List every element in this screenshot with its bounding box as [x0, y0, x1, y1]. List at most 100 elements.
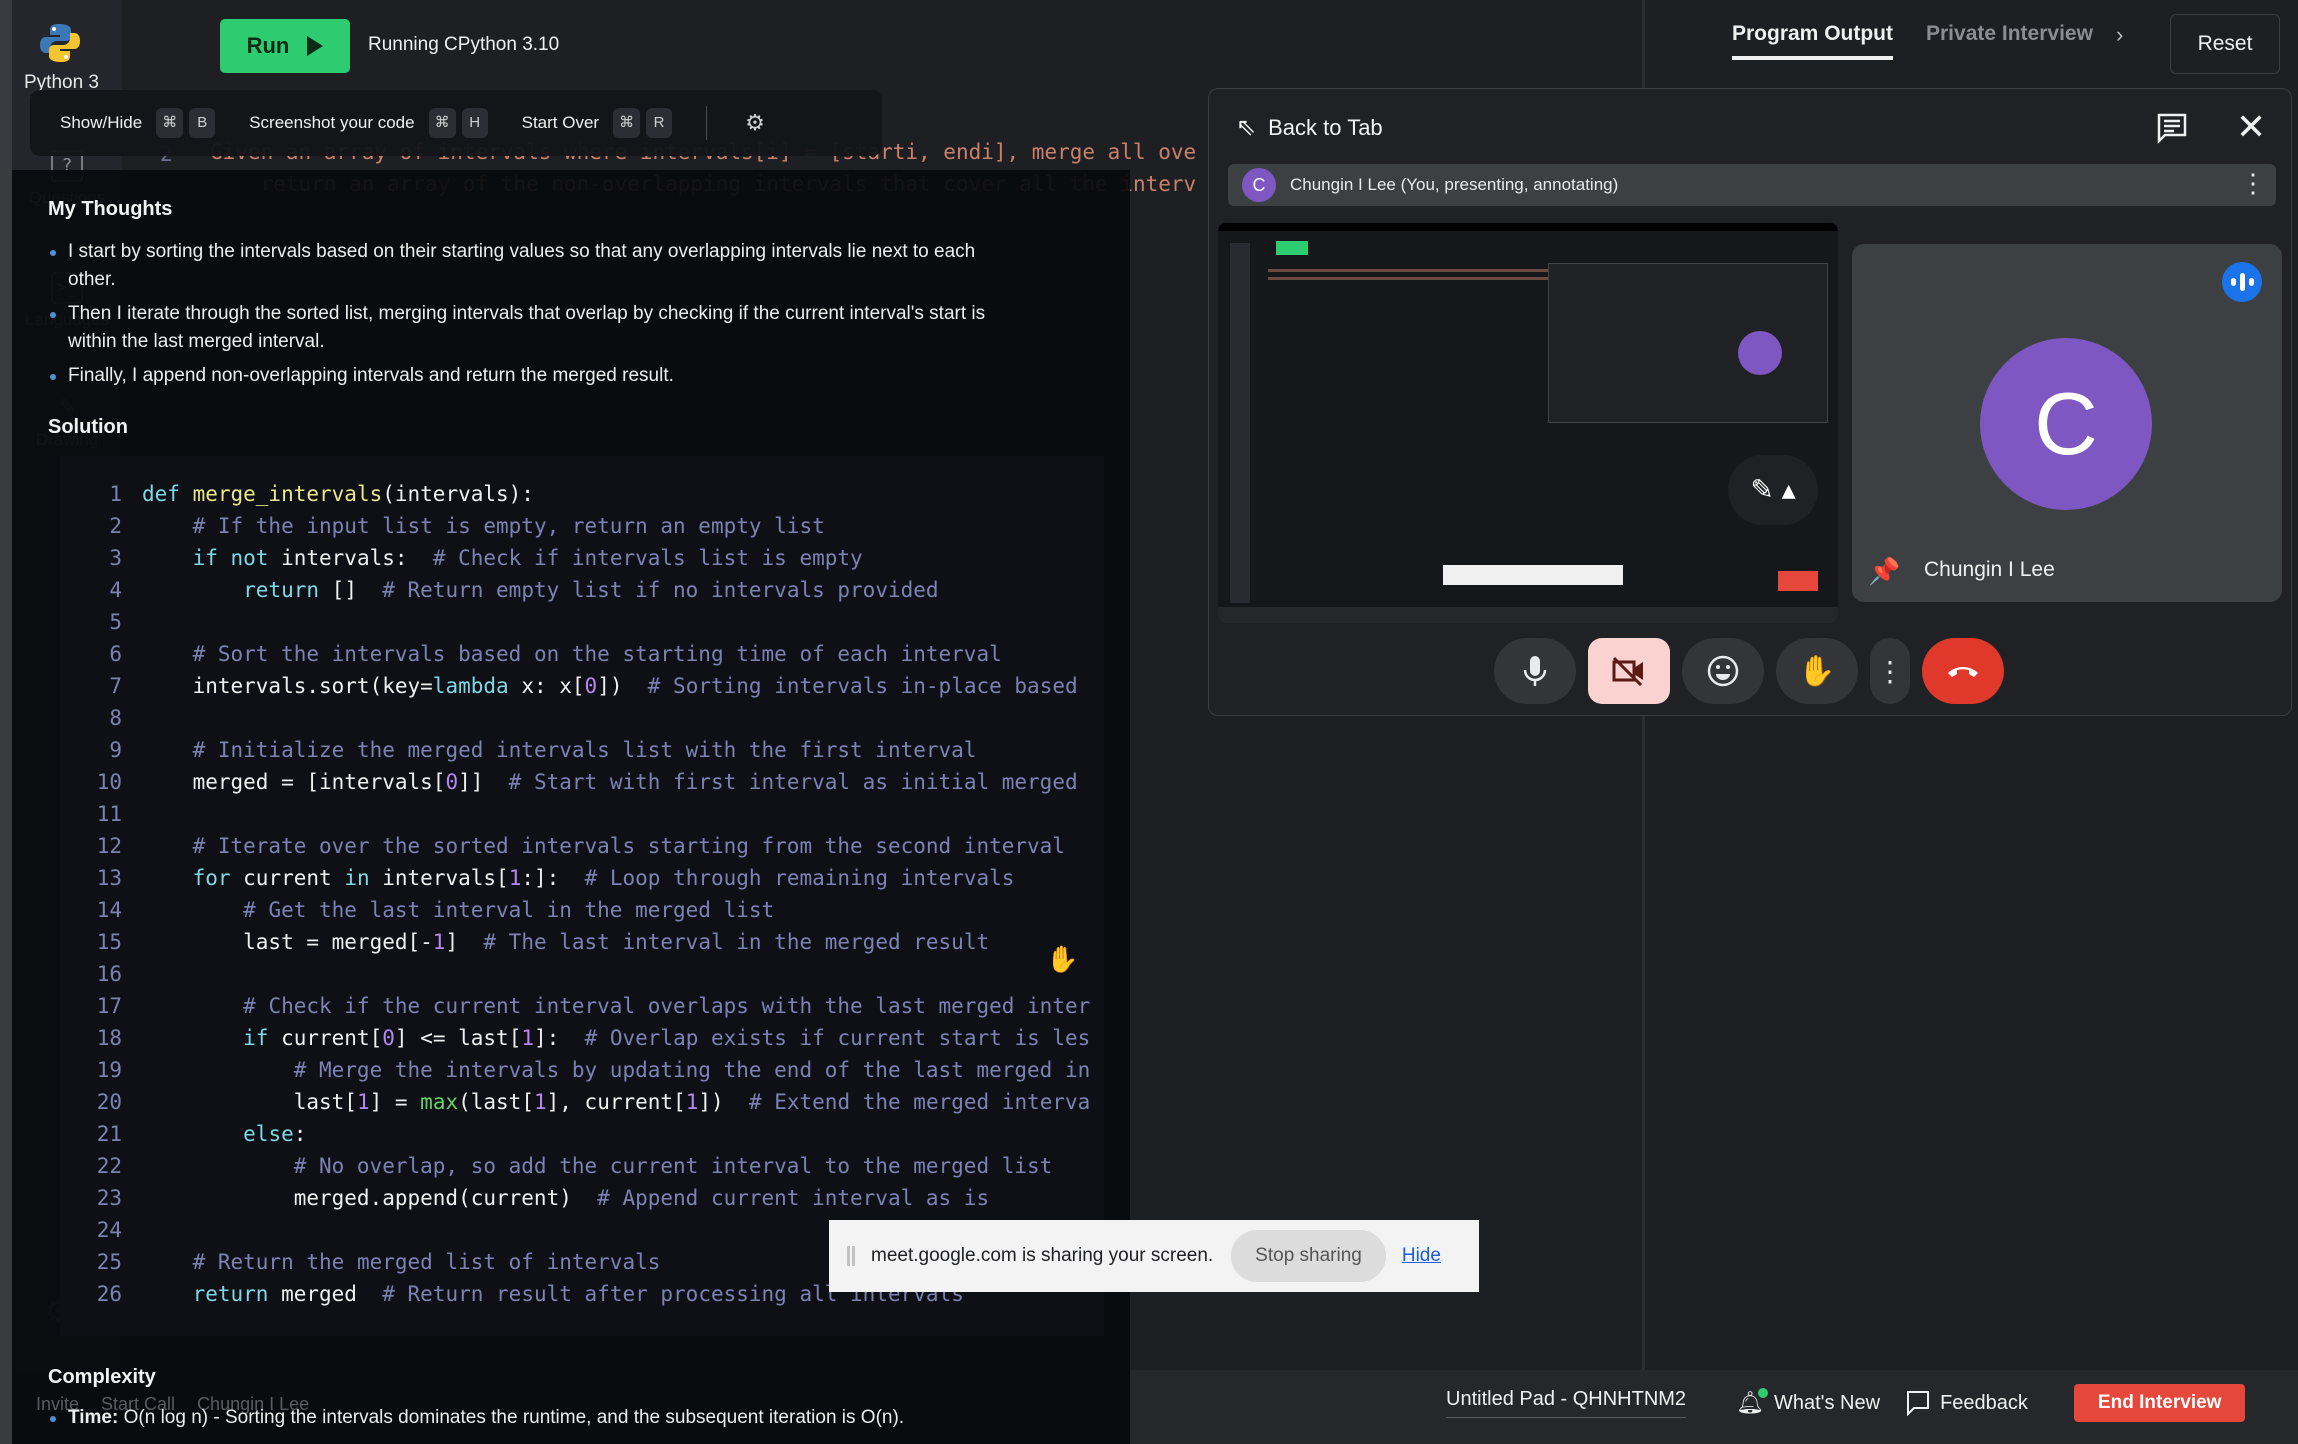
code-line[interactable]: 4 return [] # Return empty list if no in… — [60, 574, 939, 606]
code-token: 0 — [382, 1026, 395, 1050]
line-number: 8 — [109, 706, 122, 730]
code-token: 1 — [508, 866, 522, 890]
thoughts-title: My Thoughts — [48, 198, 173, 220]
code-token: max — [420, 1090, 459, 1114]
more-options-button[interactable]: ⋮ — [1870, 638, 1910, 704]
code-token: 1 — [356, 1090, 370, 1114]
code-line[interactable]: 5 — [60, 606, 142, 638]
code-token: ]] — [458, 770, 509, 794]
code-line[interactable]: 14 # Get the last interval in the merged… — [60, 894, 774, 926]
code-token: return — [243, 578, 332, 602]
code-token: # Merge the intervals by updating the en… — [293, 1058, 1091, 1082]
code-line[interactable]: 17 # Check if the current interval overl… — [60, 990, 1091, 1022]
bell-icon: 🔔︎ — [1736, 1388, 1768, 1416]
shortcut-bar: Show/Hide ⌘ B Screenshot your code ⌘ H S… — [30, 90, 882, 156]
code-line[interactable]: 25 # Return the merged list of intervals — [60, 1246, 661, 1278]
code-token: # Return empty list if no intervals prov… — [382, 578, 939, 602]
window-edge — [0, 0, 12, 1444]
code-line[interactable]: 8 — [60, 702, 142, 734]
shortcut-start-over[interactable]: Start Over ⌘ R — [522, 108, 673, 138]
code-line[interactable]: 10 merged = [intervals[0]] # Start with … — [60, 766, 1078, 798]
shortcut-screenshot[interactable]: Screenshot your code ⌘ H — [249, 108, 488, 138]
chevron-right-icon[interactable]: › — [2116, 22, 2123, 48]
camera-toggle-button[interactable] — [1588, 638, 1670, 704]
stop-sharing-button[interactable]: Stop sharing — [1231, 1230, 1386, 1282]
annotate-toggle[interactable]: ✎ ▴ — [1728, 455, 1818, 525]
feedback-button[interactable]: Feedback — [1906, 1390, 2028, 1416]
code-line[interactable]: 7 intervals.sort(key=lambda x: x[0]) # S… — [60, 670, 1077, 702]
chat-icon[interactable] — [2156, 112, 2188, 144]
code-token: # If the input list is empty, return an … — [192, 514, 825, 538]
shortcut-show-hide[interactable]: Show/Hide ⌘ B — [60, 108, 216, 138]
code-line[interactable]: 24 — [60, 1214, 142, 1246]
code-line[interactable]: 11 — [60, 798, 142, 830]
code-token: if not — [192, 546, 282, 570]
notification-dot — [1758, 1388, 1768, 1398]
code-token: return — [192, 1282, 282, 1306]
raise-hand-button[interactable]: ✋ — [1776, 638, 1858, 704]
code-line[interactable]: 9 # Initialize the merged intervals list… — [60, 734, 976, 766]
code-line[interactable]: 21 else: — [60, 1118, 307, 1150]
code-line[interactable]: 15 last = merged[-1] # The last interval… — [60, 926, 989, 958]
bottom-bar-actions: Untitled Pad - QHNHTNM2 🔔︎ What's New Fe… — [1446, 1384, 2246, 1422]
complexity-item: Time: O(n log n) - Sorting the intervals… — [50, 1404, 1110, 1432]
letter-key: H — [461, 108, 488, 138]
line-number: 1 — [109, 482, 122, 506]
code-line[interactable]: 18 if current[0] <= last[1]: # Overlap e… — [60, 1022, 1091, 1054]
settings-icon[interactable]: ⚙ — [745, 110, 765, 136]
pad-name-field[interactable]: Untitled Pad - QHNHTNM2 — [1446, 1388, 1687, 1418]
code-token: # Sort the intervals based on the starti… — [192, 642, 1002, 666]
emoji-icon — [1707, 655, 1739, 687]
code-line[interactable]: 23 merged.append(current) # Append curre… — [60, 1182, 989, 1214]
pin-icon[interactable]: 📌 — [1868, 556, 1900, 587]
code-token: intervals: — [281, 546, 433, 570]
code-line[interactable]: 16 — [60, 958, 142, 990]
close-icon[interactable]: ✕ — [2236, 106, 2266, 148]
code-token: : — [293, 1122, 307, 1146]
tab-program-output[interactable]: Program Output — [1732, 22, 1893, 60]
screen-share-preview: ✎ ▴ — [1218, 223, 1838, 623]
tab-private-interview[interactable]: Private Interview — [1926, 22, 2093, 46]
code-token: # No overlap, so add the current interva… — [293, 1154, 1053, 1178]
leave-call-button[interactable] — [1922, 638, 2004, 704]
code-line[interactable]: 12 # Iterate over the sorted intervals s… — [60, 830, 1065, 862]
reactions-button[interactable] — [1682, 638, 1764, 704]
code-token: ] — [445, 930, 484, 954]
code-token: current[ — [281, 1026, 383, 1050]
code-token: 1 — [432, 930, 446, 954]
code-line[interactable]: 1 def merge_intervals(intervals): — [60, 478, 534, 510]
hide-link[interactable]: Hide — [1402, 1245, 1441, 1267]
line-number: 26 — [96, 1282, 122, 1306]
whats-new-button[interactable]: 🔔︎ What's New — [1736, 1388, 1880, 1416]
end-interview-button[interactable]: End Interview — [2073, 1384, 2246, 1422]
feedback-label: Feedback — [1940, 1391, 2028, 1414]
code-line[interactable]: 13 for current in intervals[1:]: # Loop … — [60, 862, 1015, 894]
code-line[interactable]: 20 last[1] = max(last[1], current[1]) # … — [60, 1086, 1091, 1118]
line-number: 20 — [96, 1090, 122, 1114]
code-line[interactable]: 2 # If the input list is empty, return a… — [60, 510, 825, 542]
code-line[interactable]: 19 # Merge the intervals by updating the… — [60, 1054, 1091, 1086]
microphone-button[interactable] — [1494, 638, 1576, 704]
code-line[interactable]: 22 # No overlap, so add the current inte… — [60, 1150, 1053, 1182]
code-token: last = merged[- — [142, 930, 433, 954]
code-token: in — [344, 866, 383, 890]
code-line[interactable]: 6 # Sort the intervals based on the star… — [60, 638, 1002, 670]
reset-button[interactable]: Reset — [2170, 14, 2280, 74]
code-line[interactable]: 3 if not intervals: # Check if intervals… — [60, 542, 862, 574]
participant-name: Chungin I Lee — [1924, 558, 2055, 581]
line-number: 5 — [109, 610, 122, 634]
more-options-icon[interactable]: ⋮ — [2240, 168, 2266, 199]
drag-handle-icon[interactable] — [847, 1246, 855, 1266]
code-token: (intervals): — [382, 482, 534, 506]
back-to-tab-button[interactable]: ⇖ Back to Tab — [1236, 113, 1383, 142]
run-button[interactable]: Run — [220, 19, 350, 73]
